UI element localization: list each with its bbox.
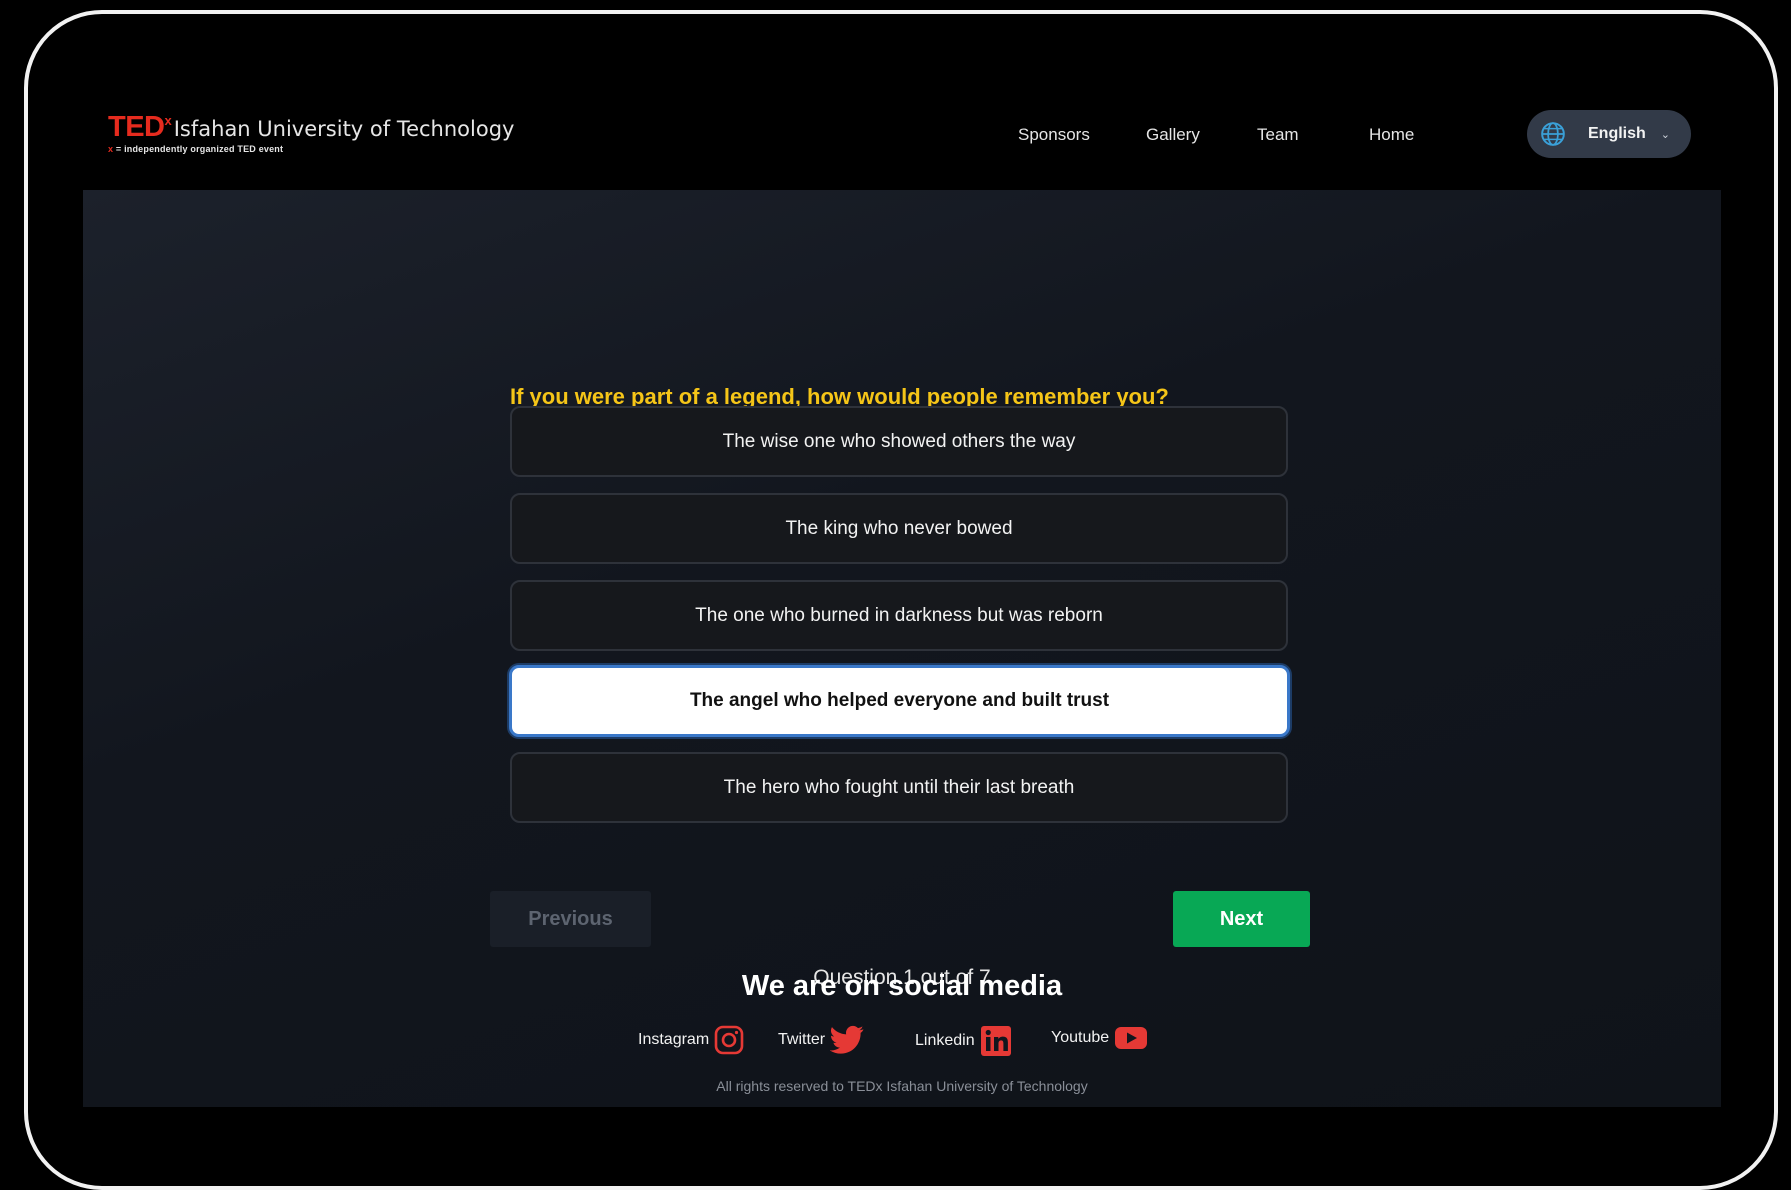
option-4-selected[interactable]: The angel who helped everyone and built … — [509, 665, 1290, 737]
logo-university-name: Isfahan University of Technology — [173, 117, 515, 141]
nav-home[interactable]: Home — [1369, 125, 1414, 145]
site-logo[interactable]: TED x Isfahan University of Technology x… — [108, 111, 515, 155]
youtube-icon — [1115, 1027, 1148, 1049]
option-5[interactable]: The hero who fought until their last bre… — [510, 752, 1288, 823]
option-2[interactable]: The king who never bowed — [510, 493, 1288, 564]
next-button[interactable]: Next — [1173, 891, 1310, 947]
nav-sponsors[interactable]: Sponsors — [1018, 125, 1090, 145]
logo-x: x — [164, 113, 172, 128]
logo-tagline: x = independently organized TED event — [108, 144, 284, 154]
browser-screen: TED x Isfahan University of Technology x… — [83, 80, 1721, 1107]
social-instagram[interactable]: Instagram — [638, 1025, 744, 1055]
instagram-icon — [714, 1025, 744, 1055]
language-selector[interactable]: English ⌄ — [1527, 110, 1691, 158]
option-1[interactable]: The wise one who showed others the way — [510, 406, 1288, 477]
navbar: TED x Isfahan University of Technology x… — [83, 80, 1721, 190]
option-3[interactable]: The one who burned in darkness but was r… — [510, 580, 1288, 651]
copyright-text: All rights reserved to TEDx Isfahan Univ… — [716, 1078, 1088, 1094]
logo-ted: TED — [108, 111, 165, 143]
language-label: English — [1588, 125, 1646, 142]
nav-gallery[interactable]: Gallery — [1146, 125, 1200, 145]
social-twitter-label: Twitter — [778, 1031, 826, 1048]
social-links: Instagram Twitter Linkedin Youtube — [83, 1025, 1721, 1059]
social-twitter[interactable]: Twitter — [778, 1025, 864, 1055]
social-youtube[interactable]: Youtube — [1051, 1025, 1148, 1051]
chevron-down-icon: ⌄ — [1660, 127, 1670, 141]
social-linkedin-label: Linkedin — [915, 1032, 975, 1049]
social-instagram-label: Instagram — [638, 1031, 710, 1048]
linkedin-icon — [980, 1026, 1011, 1056]
previous-button[interactable]: Previous — [490, 891, 651, 947]
globe-icon — [1541, 122, 1565, 146]
social-title: We are on social media — [741, 970, 1063, 1002]
social-linkedin[interactable]: Linkedin — [915, 1025, 1012, 1057]
nav-team[interactable]: Team — [1257, 125, 1299, 145]
twitter-icon — [830, 1025, 864, 1054]
social-youtube-label: Youtube — [1051, 1029, 1110, 1046]
